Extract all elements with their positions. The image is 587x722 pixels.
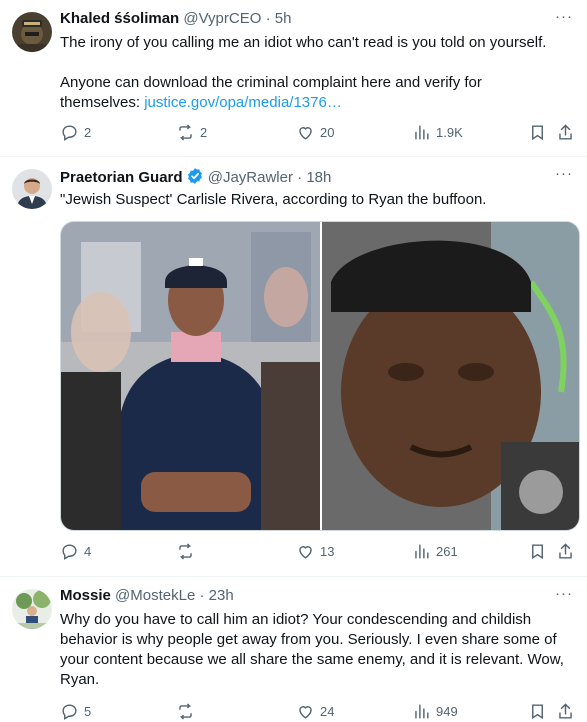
- view-count: 949: [436, 704, 458, 719]
- tweet-link[interactable]: justice.gov/opa/media/1376…: [144, 94, 342, 111]
- tweet-2-text: "Jewish Suspect' Carlisle Rivera, accord…: [60, 191, 487, 208]
- views-button[interactable]: 949: [412, 702, 458, 721]
- author-handle[interactable]: @MostekLe: [115, 587, 195, 604]
- more-options-button[interactable]: ···: [555, 8, 573, 25]
- like-count: 20: [320, 125, 335, 140]
- tweet-3-line-3: your content because we all share the sa…: [60, 651, 564, 668]
- reply-count: 5: [84, 704, 92, 719]
- tweet-2[interactable]: Praetorian Guard @JayRawler · 18h ··· "J…: [0, 157, 587, 576]
- author-handle[interactable]: @JayRawler: [208, 169, 293, 186]
- share-icon: [559, 543, 572, 559]
- reply-button[interactable]: 5: [60, 702, 91, 721]
- tweet-1-line-1: The irony of you calling me an idiot who…: [60, 34, 547, 51]
- verified-badge-icon: [187, 168, 202, 184]
- repost-count: 2: [200, 125, 208, 140]
- tweet-1-actions: 2 2 20 1.9K: [60, 123, 575, 143]
- tweet-3-actions: 5 24 949: [60, 702, 575, 722]
- author-name[interactable]: Mossie: [60, 587, 111, 604]
- share-icon: [559, 703, 572, 719]
- tweet-1-header: Khaled śśoliman @VyprCEO · 5h: [60, 10, 291, 27]
- repost-button[interactable]: 2: [176, 123, 207, 142]
- more-options-button[interactable]: ···: [555, 165, 573, 182]
- tweet-3-header: Mossie @MostekLe · 23h: [60, 587, 234, 604]
- share-button[interactable]: [556, 542, 580, 561]
- views-button[interactable]: 261: [412, 542, 458, 561]
- reply-count: 4: [84, 544, 92, 559]
- bookmark-icon: [532, 125, 543, 141]
- more-options-button[interactable]: ···: [555, 585, 573, 602]
- heart-icon: [299, 546, 312, 559]
- like-button[interactable]: 20: [296, 123, 334, 142]
- avatar-mossie[interactable]: [12, 589, 52, 629]
- author-name[interactable]: Khaled śśoliman: [60, 10, 179, 27]
- share-button[interactable]: [556, 123, 580, 142]
- reply-button[interactable]: 4: [60, 542, 91, 561]
- reply-button[interactable]: 2: [60, 123, 91, 142]
- reply-icon: [62, 125, 77, 141]
- heart-icon: [299, 127, 312, 140]
- dot-separator: ·: [261, 10, 275, 27]
- repost-button[interactable]: [176, 542, 200, 561]
- like-count: 24: [320, 704, 335, 719]
- views-icon: [415, 704, 429, 719]
- timestamp[interactable]: 5h: [275, 10, 292, 27]
- timestamp[interactable]: 23h: [209, 587, 234, 604]
- views-button[interactable]: 1.9K: [412, 123, 463, 142]
- tweet-2-media[interactable]: [60, 221, 580, 531]
- like-count: 13: [320, 544, 335, 559]
- repost-button[interactable]: [176, 702, 200, 721]
- bookmark-icon: [532, 544, 543, 560]
- repost-icon: [179, 543, 192, 560]
- bookmark-icon: [532, 704, 543, 720]
- tweet-3-line-2: behavior is why people get away from you…: [60, 631, 557, 648]
- timestamp[interactable]: 18h: [306, 169, 331, 186]
- avatar-praetorian[interactable]: [12, 169, 52, 209]
- share-icon: [559, 124, 572, 140]
- tweet-1-line-3: themselves:: [60, 94, 145, 111]
- tweet-3-line-4: Ryan.: [60, 671, 100, 688]
- view-count: 1.9K: [436, 125, 463, 140]
- view-count: 261: [436, 544, 458, 559]
- author-name[interactable]: Praetorian Guard: [60, 169, 183, 186]
- heart-icon: [299, 706, 312, 719]
- views-icon: [415, 125, 429, 140]
- bookmark-button[interactable]: [528, 123, 552, 142]
- like-button[interactable]: 24: [296, 702, 334, 721]
- avatar-khaled[interactable]: [12, 12, 52, 52]
- tweet-1-line-2: Anyone can download the criminal complai…: [60, 74, 482, 91]
- reply-icon: [62, 544, 77, 560]
- tweet-1-text: The irony of you calling me an idiot who…: [60, 33, 570, 113]
- bookmark-button[interactable]: [528, 702, 552, 721]
- reply-icon: [62, 704, 77, 720]
- dot-separator: ·: [195, 587, 209, 604]
- repost-icon: [179, 703, 192, 720]
- tweet-2-actions: 4 13 261: [60, 542, 575, 562]
- dot-separator: ·: [292, 169, 307, 186]
- tweet-3-text: Why do you have to call him an idiot? Yo…: [60, 610, 570, 690]
- reply-count: 2: [84, 125, 92, 140]
- views-icon: [415, 544, 429, 559]
- tweet-3-line-1: Why do you have to call him an idiot? Yo…: [60, 611, 532, 628]
- share-button[interactable]: [556, 702, 580, 721]
- tweet-3[interactable]: Mossie @MostekLe · 23h ··· Why do you ha…: [0, 577, 587, 722]
- repost-icon: [179, 124, 192, 141]
- bookmark-button[interactable]: [528, 542, 552, 561]
- like-button[interactable]: 13: [296, 542, 334, 561]
- tweet-1[interactable]: Khaled śśoliman @VyprCEO · 5h ··· The ir…: [0, 0, 587, 156]
- media-photos[interactable]: [61, 222, 579, 530]
- tweet-2-header: Praetorian Guard @JayRawler · 18h: [60, 167, 331, 186]
- author-handle[interactable]: @VyprCEO: [183, 10, 261, 27]
